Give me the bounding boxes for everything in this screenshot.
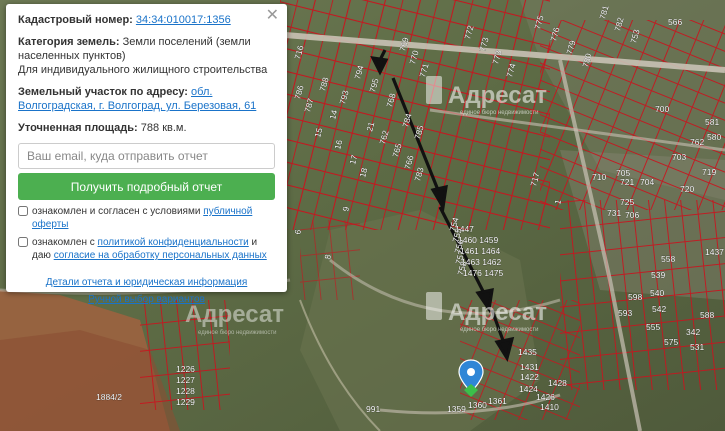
parcel-label: 1228 (176, 386, 195, 396)
get-report-button[interactable]: Получить подробный отчет (18, 173, 275, 200)
parcel-label: 706 (625, 210, 639, 220)
privacy-policy-link[interactable]: политикой конфиденциальности (98, 237, 249, 248)
parcel-label: 1410 (540, 402, 559, 412)
details-link[interactable]: Детали отчета и юридическая информация (46, 277, 248, 288)
offer-consent-text: ознакомлен и согласен с условиями публич… (32, 205, 275, 231)
parcel-label: 581 (705, 117, 719, 127)
privacy-checkbox[interactable] (18, 237, 28, 247)
parcel-label: 588 (700, 310, 714, 320)
parcel-label: 539 (651, 270, 665, 280)
parcel-label: 703 (672, 152, 686, 162)
cadastral-row: Кадастровый номер: 34:34:010017:1356 (18, 13, 275, 27)
parcel-label: 1884/2 (96, 392, 122, 402)
usage-value: Для индивидуального жилищного строительс… (18, 64, 268, 76)
parcel-label: 731 (607, 208, 621, 218)
category-row: Категория земель: Земли поселений (земли… (18, 35, 275, 77)
area-label: Уточненная площадь: (18, 122, 138, 134)
privacy-consent-text: ознакомлен с политикой конфиденциальност… (32, 236, 275, 262)
details-row: Детали отчета и юридическая информация (18, 276, 275, 289)
personal-data-consent-link[interactable]: согласие на обработку персональных данны… (54, 250, 267, 261)
parcel-label: 700 (655, 104, 669, 114)
parcel-label: 540 (650, 288, 664, 298)
manual-row: Ручной выбор вариантов (18, 293, 275, 306)
parcel-label: 542 (652, 304, 666, 314)
offer-consent[interactable]: ознакомлен и согласен с условиями публич… (18, 205, 275, 231)
parcel-label: 720 (680, 184, 694, 194)
watermark-sub-left: единое бюро недвижимости (198, 330, 276, 336)
cadastral-label: Кадастровый номер: (18, 14, 133, 26)
parcel-label: 991 (366, 404, 380, 414)
parcel-label: 593 (618, 308, 632, 318)
address-label: Земельный участок по адресу: (18, 86, 188, 98)
parcel-label: 705 (616, 168, 630, 178)
offer-text: ознакомлен и согласен с условиями (32, 206, 201, 217)
parcel-label: 555 (646, 322, 660, 332)
parcel-label: 1428 (548, 378, 567, 388)
parcel-label: 725 (620, 197, 634, 207)
manual-selection-link[interactable]: Ручной выбор вариантов (88, 294, 205, 305)
parcel-label: 342 (686, 327, 700, 337)
parcel-label: 558 (661, 254, 675, 264)
privacy-consent[interactable]: ознакомлен с политикой конфиденциальност… (18, 236, 275, 262)
close-icon[interactable]: ✕ (266, 8, 279, 24)
cadastral-number-link[interactable]: 34:34:010017:1356 (136, 14, 231, 26)
parcel-label: 1461 1464 (460, 246, 500, 256)
parcel-label: 1360 (468, 400, 487, 410)
parcel-label: 704 (640, 177, 654, 187)
parcel-label: 710 (592, 172, 606, 182)
parcel-info-panel: ✕ Кадастровый номер: 34:34:010017:1356 К… (6, 4, 287, 305)
parcel-label: 1437 (705, 247, 724, 257)
parcel-label: 1435 (518, 347, 537, 357)
area-row: Уточненная площадь: 788 кв.м. (18, 121, 275, 135)
parcel-label: 1476 1475 (463, 268, 503, 278)
parcel-label: 762 (690, 137, 704, 147)
parcel-label: 1229 (176, 397, 195, 407)
watermark-sub-bottom: единое бюро недвижимости (460, 327, 538, 333)
parcel-label: 1426 (536, 392, 555, 402)
address-row: Земельный участок по адресу: обл. Волгог… (18, 85, 275, 113)
parcel-label: 1359 (447, 404, 466, 414)
parcel-label: 1422 (520, 372, 539, 382)
parcel-label: 1361 (488, 396, 507, 406)
parcel-label: 566 (668, 17, 682, 27)
parcel-label: 1227 (176, 375, 195, 385)
parcel-label: 1226 (176, 364, 195, 374)
parcel-label: 1431 (520, 362, 539, 372)
watermark-text-top: Адресат (448, 82, 547, 109)
area-value: 788 кв.м. (140, 122, 187, 134)
watermark-sub-top: единое бюро недвижимости (460, 110, 538, 116)
parcel-label: 580 (707, 132, 721, 142)
parcel-label: 575 (664, 337, 678, 347)
category-label: Категория земель: (18, 36, 120, 48)
privacy-text: ознакомлен с (32, 237, 95, 248)
parcel-label: 598 (628, 292, 642, 302)
watermark-text-bottom: Адресат (448, 299, 547, 326)
parcel-label: 719 (702, 167, 716, 177)
email-input[interactable] (18, 143, 275, 169)
parcel-label: 721 (620, 177, 634, 187)
parcel-label: 531 (690, 342, 704, 352)
offer-checkbox[interactable] (18, 206, 28, 216)
